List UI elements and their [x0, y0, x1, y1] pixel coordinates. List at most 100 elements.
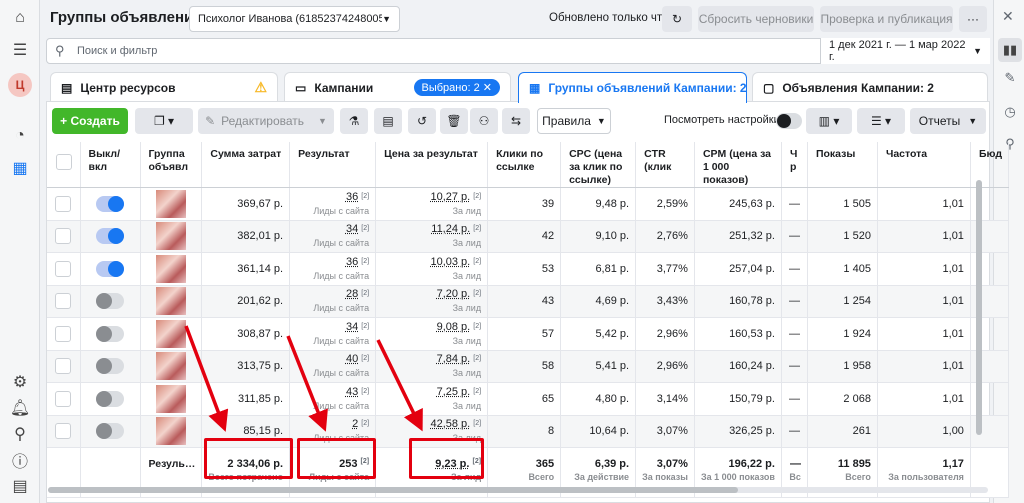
columns-button[interactable]: ▥ ▾	[806, 108, 852, 134]
review-publish-button[interactable]: Проверка и публикация	[820, 6, 953, 32]
tab-adsets[interactable]: ▦ Группы объявлений Кампании: 2	[518, 72, 747, 103]
row-toggle-cell[interactable]	[80, 285, 141, 318]
onoff-toggle[interactable]	[96, 195, 124, 212]
row-select[interactable]	[47, 382, 81, 416]
row-select[interactable]	[47, 220, 81, 253]
table-row[interactable]: 369,67 р. 36 [2] Лиды с сайта 10,27 р. [2] З…	[47, 187, 1009, 221]
create-button[interactable]: + Создать	[52, 108, 128, 134]
menu-icon[interactable]: ☰	[8, 38, 32, 62]
adset-thumbnail[interactable]	[155, 222, 186, 251]
bell-icon[interactable]: 🔔︎	[8, 396, 32, 420]
delete-button[interactable]: 🗑︎	[440, 108, 468, 134]
row-toggle-cell[interactable]	[80, 382, 141, 416]
search-icon[interactable]: ⚲	[8, 422, 32, 446]
col-clicks[interactable]: Клики по ссылке	[487, 142, 562, 188]
row-checkbox[interactable]	[55, 423, 72, 440]
row-checkbox[interactable]	[55, 358, 72, 375]
refresh-button[interactable]: ↻	[662, 6, 692, 32]
horizontal-scrollbar[interactable]	[48, 487, 738, 493]
clipboard-button[interactable]: ▤	[374, 108, 402, 134]
col-cpc[interactable]: CPC (цена за клик по ссылке)	[560, 142, 637, 188]
col-cpm[interactable]: CPM (цена за 1 000 показов)	[694, 142, 782, 188]
dashboard-icon[interactable]: ◔	[8, 124, 32, 148]
row-toggle-cell[interactable]	[80, 252, 141, 286]
discard-drafts-button[interactable]: Сбросить черновики	[698, 6, 814, 32]
row-toggle-cell[interactable]	[80, 350, 141, 383]
audience-button[interactable]: ⚇	[470, 108, 498, 134]
col-ctr[interactable]: CTR (клик	[635, 142, 695, 188]
onoff-toggle[interactable]	[96, 260, 124, 277]
date-range-picker[interactable]: 1 дек 2021 г. — 1 мар 2022 г. ▼	[820, 38, 990, 64]
col-onoff[interactable]: Выкл/ вкл	[80, 142, 141, 188]
onoff-toggle[interactable]	[96, 293, 124, 310]
rules-button[interactable]: Правила ▼	[537, 108, 611, 134]
row-thumbnail-cell[interactable]	[140, 187, 203, 221]
chart-icon[interactable]: ▮▮	[998, 38, 1022, 62]
col-narrow[interactable]: Ч р	[781, 142, 808, 188]
row-thumbnail-cell[interactable]	[140, 415, 203, 448]
adset-thumbnail[interactable]	[155, 319, 186, 348]
adset-thumbnail[interactable]	[155, 287, 186, 316]
clock-icon[interactable]: ◷	[998, 100, 1022, 124]
close-icon[interactable]: ✕	[1002, 8, 1014, 25]
onoff-toggle[interactable]	[96, 390, 124, 407]
col-cpr[interactable]: Цена за результат	[375, 142, 489, 188]
row-checkbox[interactable]	[55, 195, 72, 212]
row-select[interactable]	[47, 252, 81, 286]
table-row[interactable]: 361,14 р. 36 [2] Лиды с сайта 10,03 р. [2] З…	[47, 252, 1009, 286]
report-icon[interactable]: ▤	[8, 474, 32, 498]
table-row[interactable]: 311,85 р. 43 [2] Лиды с сайта 7,25 р. [2] За…	[47, 382, 1009, 416]
table-row[interactable]: 313,75 р. 40 [2] Лиды с сайта 7,84 р. [2] За…	[47, 350, 1009, 383]
account-selector[interactable]: Психолог Иванова (61852374248005… ▼	[189, 6, 400, 32]
row-checkbox[interactable]	[55, 260, 72, 277]
reports-button[interactable]: Отчеты ▼	[910, 108, 986, 134]
row-select[interactable]	[47, 317, 81, 351]
ads-manager-icon[interactable]: ▦	[8, 156, 32, 180]
row-thumbnail-cell[interactable]	[140, 350, 203, 383]
col-spend[interactable]: Сумма затрат	[201, 142, 291, 188]
avatar[interactable]: Ц	[8, 73, 32, 97]
onoff-toggle[interactable]	[96, 423, 124, 440]
row-toggle-cell[interactable]	[80, 187, 141, 221]
select-all-checkbox[interactable]	[56, 154, 73, 170]
row-thumbnail-cell[interactable]	[140, 252, 203, 286]
row-toggle-cell[interactable]	[80, 317, 141, 351]
tab-resources[interactable]: ▤ Центр ресурсов ⚠	[50, 72, 278, 102]
row-checkbox[interactable]	[55, 293, 72, 310]
row-thumbnail-cell[interactable]	[140, 285, 203, 318]
row-thumbnail-cell[interactable]	[140, 382, 203, 416]
row-checkbox[interactable]	[55, 390, 72, 407]
edit-button[interactable]: ✎ Редактировать ▼	[198, 108, 334, 134]
select-all-header[interactable]	[47, 142, 81, 188]
home-icon[interactable]: ⌂	[8, 6, 32, 30]
col-results[interactable]: Результат	[289, 142, 377, 188]
row-select[interactable]	[47, 187, 81, 221]
onoff-toggle[interactable]	[96, 325, 124, 342]
onoff-toggle[interactable]	[96, 228, 124, 245]
adset-thumbnail[interactable]	[155, 254, 186, 283]
breakdown-button[interactable]: ☰ ▾	[857, 108, 905, 134]
col-frequency[interactable]: Частота	[877, 142, 971, 188]
adset-thumbnail[interactable]	[155, 189, 186, 218]
table-row[interactable]: 85,15 р. 2 [2] Лиды с сайта 42,58 р. [2] За …	[47, 415, 1009, 448]
export-button[interactable]: ⇆	[502, 108, 530, 134]
col-impressions[interactable]: Показы	[807, 142, 878, 188]
row-toggle-cell[interactable]	[80, 220, 141, 253]
row-checkbox[interactable]	[55, 228, 72, 245]
gear-icon[interactable]: ⚙	[8, 370, 32, 394]
pencil-icon[interactable]: ✎	[998, 66, 1022, 90]
row-thumbnail-cell[interactable]	[140, 220, 203, 253]
test-button[interactable]: ⚗	[340, 108, 368, 134]
col-adset[interactable]: Группа объявл	[140, 142, 203, 188]
table-row[interactable]: 308,87 р. 34 [2] Лиды с сайта 9,08 р. [2] За…	[47, 317, 1009, 351]
table-row[interactable]: 201,62 р. 28 [2] Лиды с сайта 7,20 р. [2] За…	[47, 285, 1009, 318]
undo-button[interactable]: ↺	[408, 108, 436, 134]
adset-thumbnail[interactable]	[155, 384, 186, 413]
row-select[interactable]	[47, 350, 81, 383]
vertical-scrollbar[interactable]	[976, 180, 982, 435]
row-checkbox[interactable]	[55, 325, 72, 342]
row-thumbnail-cell[interactable]	[140, 317, 203, 351]
help-icon[interactable]: ⓘ	[8, 448, 32, 472]
row-select[interactable]	[47, 285, 81, 318]
adset-thumbnail[interactable]	[155, 352, 186, 381]
